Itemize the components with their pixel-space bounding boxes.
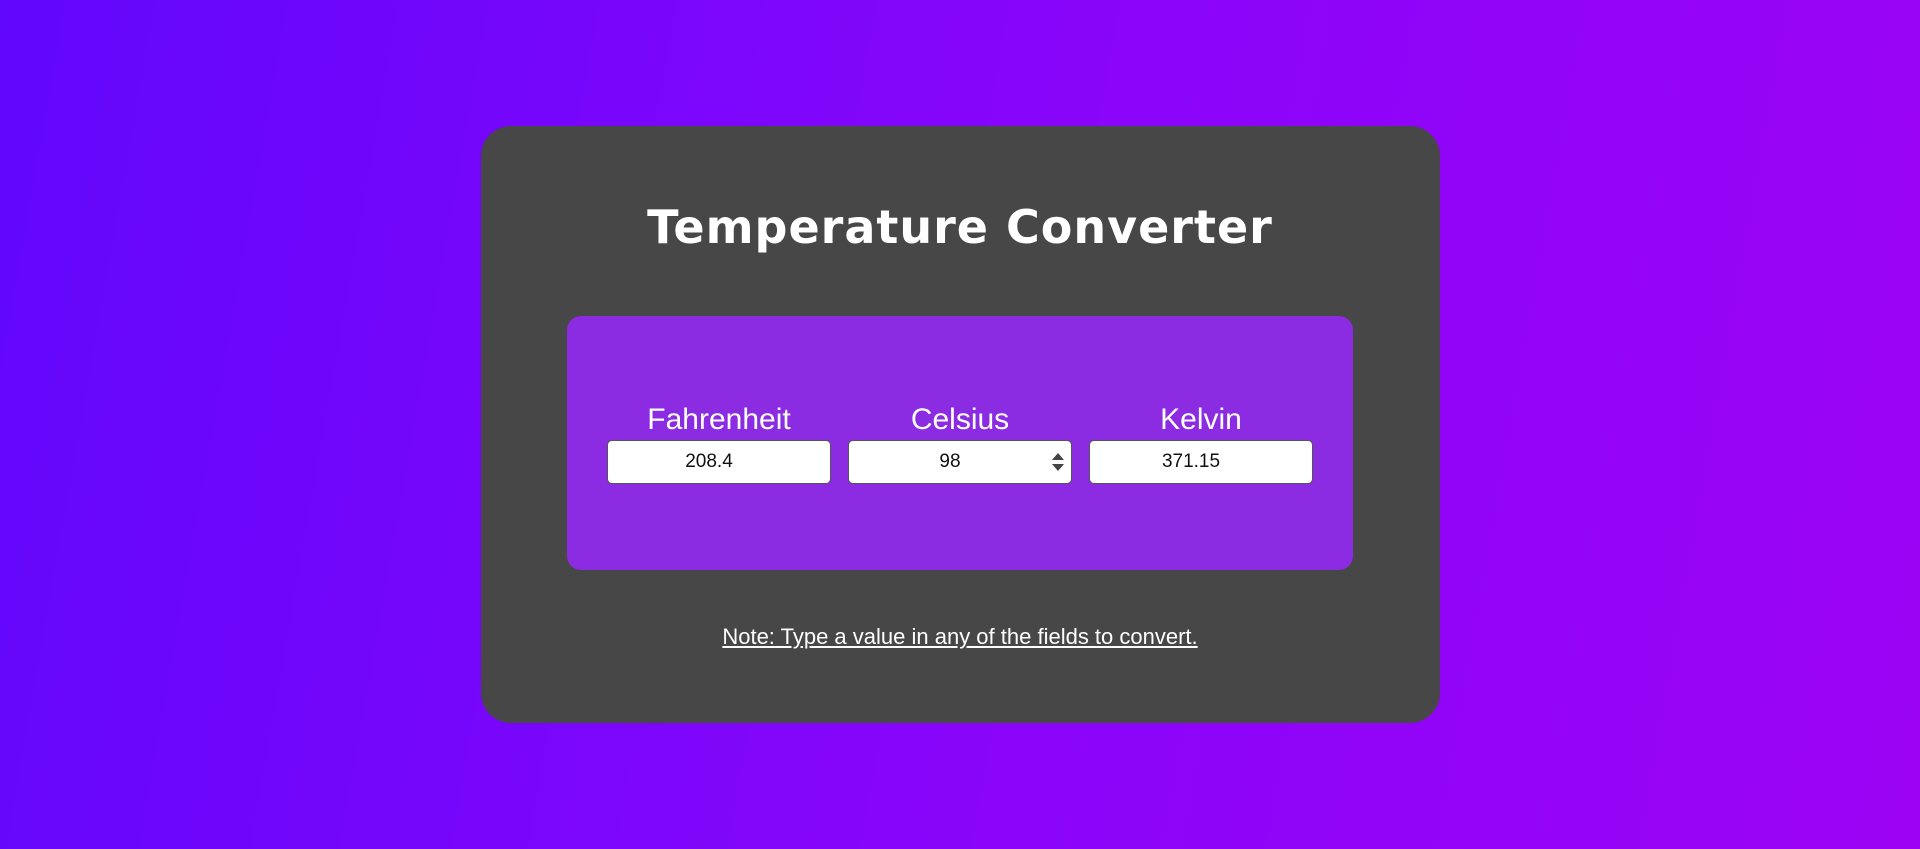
page-title: Temperature Converter <box>647 200 1273 254</box>
kelvin-group: Kelvin <box>1089 402 1313 484</box>
fahrenheit-label: Fahrenheit <box>647 403 791 436</box>
kelvin-label: Kelvin <box>1160 403 1242 436</box>
kelvin-input[interactable] <box>1090 451 1312 473</box>
number-spinner-icon[interactable] <box>1051 452 1065 472</box>
spin-up-icon[interactable] <box>1052 453 1064 460</box>
celsius-label: Celsius <box>910 403 1010 436</box>
fahrenheit-input[interactable] <box>608 451 830 473</box>
kelvin-field[interactable] <box>1089 440 1313 484</box>
spin-down-icon[interactable] <box>1052 464 1064 471</box>
celsius-field[interactable] <box>848 440 1072 484</box>
fahrenheit-group: Fahrenheit <box>607 402 831 484</box>
conversion-note: Note: Type a value in any of the fields … <box>722 624 1198 649</box>
fahrenheit-field[interactable] <box>607 440 831 484</box>
celsius-group: Celsius <box>848 402 1072 484</box>
celsius-input[interactable] <box>849 451 1071 473</box>
